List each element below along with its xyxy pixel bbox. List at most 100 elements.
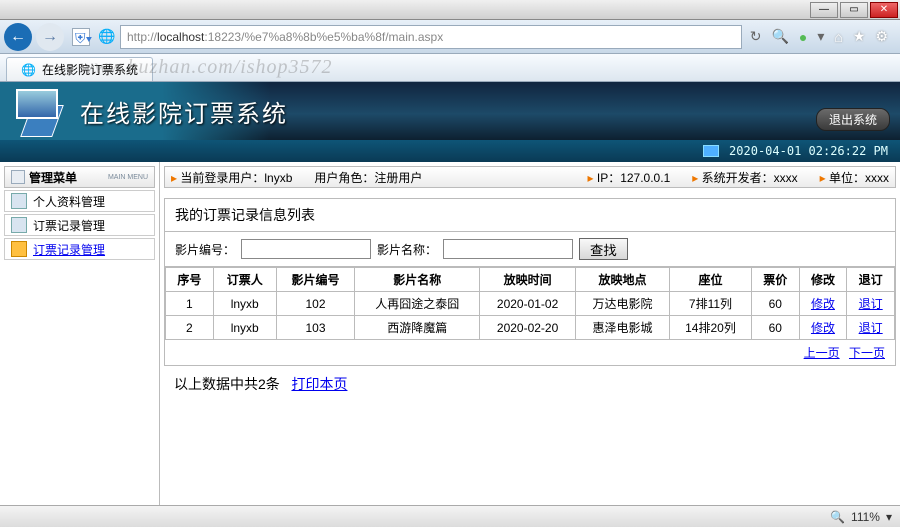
- record-count-text: 以上数据中共2条: [174, 376, 280, 392]
- cell-edit: 修改: [799, 292, 847, 316]
- next-page-link[interactable]: 下一页: [849, 346, 885, 360]
- info-user-role: 用户角色：注册用户: [314, 169, 422, 186]
- url-host: localhost: [157, 30, 204, 44]
- gear-icon[interactable]: ⚙: [875, 28, 888, 45]
- window-close-button[interactable]: ✕: [870, 2, 898, 18]
- cancel-link[interactable]: 退订: [859, 297, 883, 311]
- search-button[interactable]: 查找: [579, 238, 628, 260]
- pager: 上一页 下一页: [165, 340, 895, 365]
- col-code: 影片编号: [276, 268, 355, 292]
- col-user: 订票人: [213, 268, 276, 292]
- table-row: 1lnyxb102人再囧途之泰囧2020-01-02万达电影院7排11列60修改…: [166, 292, 895, 316]
- cell-name: 人再囧途之泰囧: [355, 292, 480, 316]
- film-code-input[interactable]: [241, 239, 371, 259]
- table-header-row: 序号 订票人 影片编号 影片名称 放映时间 放映地点 座位 票价 修改 退订: [166, 268, 895, 292]
- url-input[interactable]: http://localhost:18223/%e7%a8%8b%e5%ba%8…: [120, 25, 742, 49]
- cancel-link[interactable]: 退订: [859, 321, 883, 335]
- sidebar-item-label: 个人资料管理: [33, 193, 105, 210]
- col-index: 序号: [166, 268, 214, 292]
- sidebar: 管理菜单 MAIN MENU 个人资料管理 订票记录管理 订票记录管理: [0, 162, 160, 505]
- ie-favicon-icon: 🌐: [98, 28, 116, 46]
- col-price: 票价: [751, 268, 799, 292]
- nav-forward-button[interactable]: →: [36, 23, 64, 51]
- filter-label-name: 影片名称：: [377, 241, 437, 258]
- menu-icon: [11, 170, 25, 184]
- window-minimize-button[interactable]: —: [810, 2, 838, 18]
- main-content: 当前登录用户：lnyxb 用户角色：注册用户 IP：127.0.0.1 系统开发…: [160, 162, 900, 505]
- col-name: 影片名称: [355, 268, 480, 292]
- sidebar-subtitle: MAIN MENU: [108, 174, 148, 181]
- cell-cancel: 退订: [847, 316, 895, 340]
- records-panel: 我的订票记录信息列表 影片编号： 影片名称： 查找 序号 订票人 影片编号 影片…: [164, 198, 896, 366]
- cell-user: lnyxb: [213, 292, 276, 316]
- search-icon[interactable]: 🔍: [771, 28, 788, 45]
- address-bar: ← → ⛨▾ 🌐 http://localhost:18223/%e7%a8%8…: [0, 20, 900, 54]
- app-title: 在线影院订票系统: [80, 94, 288, 129]
- tab-favicon-icon: 🌐: [21, 63, 36, 77]
- sidebar-item-booking[interactable]: 订票记录管理: [4, 214, 155, 236]
- url-port: :18223: [204, 30, 241, 44]
- cell-place: 惠泽电影城: [575, 316, 669, 340]
- cell-price: 60: [751, 316, 799, 340]
- filter-row: 影片编号： 影片名称： 查找: [165, 232, 895, 267]
- cell-user: lnyxb: [213, 316, 276, 340]
- browser-tab[interactable]: 🌐 在线影院订票系统: [6, 57, 153, 81]
- cell-time: 2020-02-20: [480, 316, 576, 340]
- info-bar: 当前登录用户：lnyxb 用户角色：注册用户 IP：127.0.0.1 系统开发…: [164, 166, 896, 188]
- info-login-user: 当前登录用户：lnyxb: [171, 169, 292, 186]
- chevron-down-icon[interactable]: ▾: [817, 28, 824, 45]
- sidebar-item-booking-current[interactable]: 订票记录管理: [4, 238, 155, 260]
- shield-icon[interactable]: ⛨▾: [72, 28, 90, 46]
- refresh-icon[interactable]: ↻: [750, 28, 762, 45]
- info-developer: 系统开发者：xxxx: [692, 169, 797, 186]
- cell-price: 60: [751, 292, 799, 316]
- zoom-dropdown-icon[interactable]: ▾: [886, 510, 892, 524]
- favorites-icon[interactable]: ★: [853, 28, 866, 45]
- exit-system-button[interactable]: 退出系统: [816, 108, 890, 131]
- records-table: 序号 订票人 影片编号 影片名称 放映时间 放映地点 座位 票价 修改 退订 1…: [165, 267, 895, 340]
- sidebar-item-label: 订票记录管理: [33, 217, 105, 234]
- filter-label-code: 影片编号：: [175, 241, 235, 258]
- cell-code: 103: [276, 316, 355, 340]
- info-ip: IP：127.0.0.1: [588, 169, 671, 186]
- edit-link[interactable]: 修改: [811, 297, 835, 311]
- app-banner: 在线影院订票系统 退出系统: [0, 82, 900, 140]
- browser-status-bar: 🔍 111% ▾: [0, 505, 900, 527]
- zoom-icon[interactable]: 🔍: [830, 510, 845, 524]
- film-name-input[interactable]: [443, 239, 573, 259]
- footer-summary: 以上数据中共2条 打印本页: [164, 366, 896, 402]
- col-edit: 修改: [799, 268, 847, 292]
- home-icon[interactable]: ⌂: [834, 29, 842, 45]
- print-page-link[interactable]: 打印本页: [291, 376, 347, 392]
- col-place: 放映地点: [575, 268, 669, 292]
- edit-link[interactable]: 修改: [811, 321, 835, 335]
- booking-icon: [11, 217, 27, 233]
- cell-edit: 修改: [799, 316, 847, 340]
- prev-page-link[interactable]: 上一页: [804, 346, 840, 360]
- cell-place: 万达电影院: [575, 292, 669, 316]
- sidebar-item-profile[interactable]: 个人资料管理: [4, 190, 155, 212]
- cell-code: 102: [276, 292, 355, 316]
- nav-back-button[interactable]: ←: [4, 23, 32, 51]
- datetime-text: 2020-04-01 02:26:22 PM: [729, 144, 888, 158]
- window-maximize-button[interactable]: ▭: [840, 2, 868, 18]
- panel-title: 我的订票记录信息列表: [165, 199, 895, 232]
- toolbar-right: ↻ 🔍 ● ▾ ⌂ ★ ⚙: [742, 28, 896, 45]
- status-dot-icon: ●: [799, 29, 807, 45]
- url-path: /%e7%a8%8b%e5%ba%8f/main.aspx: [241, 30, 443, 44]
- cell-seat: 7排11列: [669, 292, 751, 316]
- cell-name: 西游降魔篇: [355, 316, 480, 340]
- cell-idx: 2: [166, 316, 214, 340]
- col-time: 放映时间: [480, 268, 576, 292]
- sidebar-header: 管理菜单 MAIN MENU: [4, 166, 155, 188]
- tab-strip: 🌐 在线影院订票系统 www.huzhan.com/ishop3572: [0, 54, 900, 82]
- info-unit: 单位：xxxx: [820, 169, 889, 186]
- cell-seat: 14排20列: [669, 316, 751, 340]
- logo-icon: [14, 87, 70, 135]
- tab-title: 在线影院订票系统: [42, 61, 138, 78]
- monitor-icon: [703, 145, 719, 157]
- table-row: 2lnyxb103西游降魔篇2020-02-20惠泽电影城14排20列60 修改 退…: [166, 316, 895, 340]
- cell-idx: 1: [166, 292, 214, 316]
- window-titlebar: — ▭ ✕: [0, 0, 900, 20]
- col-seat: 座位: [669, 268, 751, 292]
